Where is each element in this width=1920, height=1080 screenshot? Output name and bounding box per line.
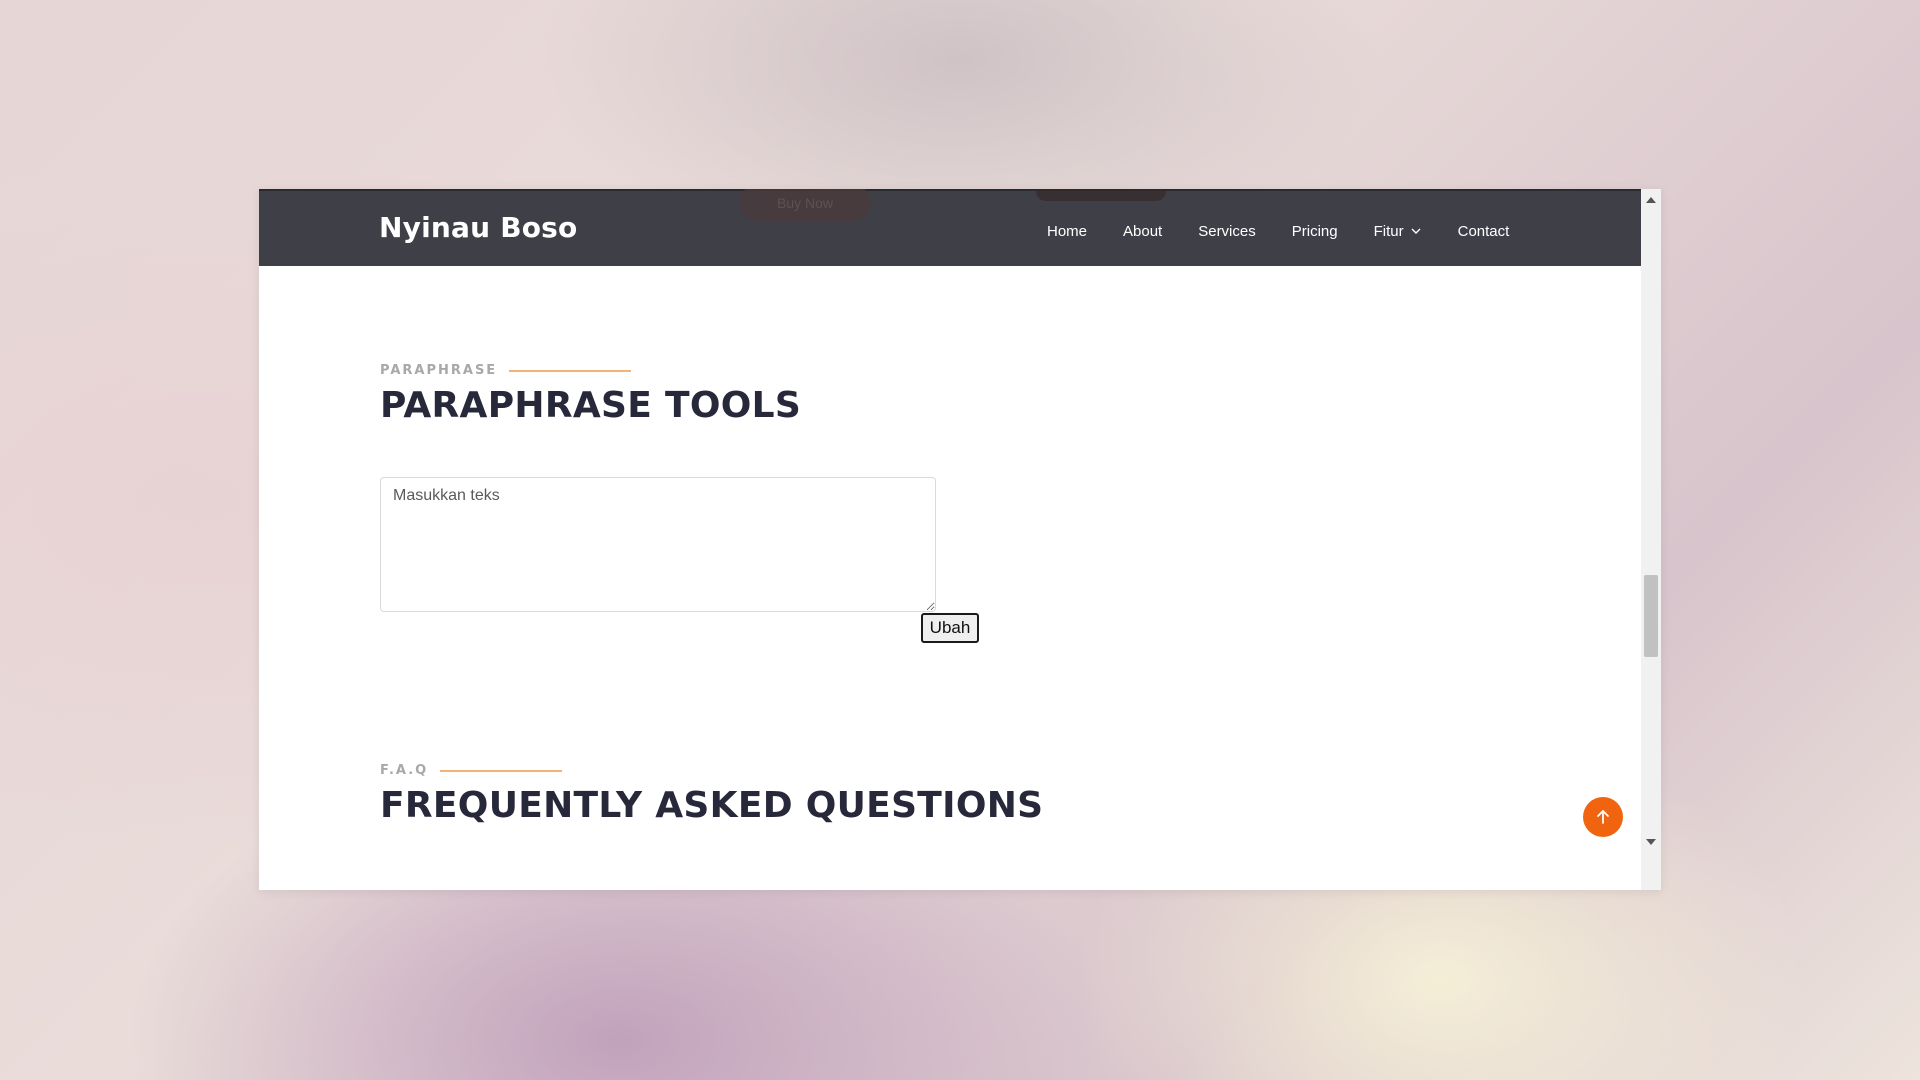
scrollbar-thumb[interactable] bbox=[1644, 575, 1658, 657]
subtitle-divider bbox=[509, 369, 632, 372]
brand-logo[interactable]: Nyinau Boso bbox=[379, 211, 577, 244]
nav-contact[interactable]: Contact bbox=[1458, 223, 1510, 240]
subtitle-divider bbox=[440, 769, 563, 772]
faq-title: FREQUENTLY ASKED QUESTIONS bbox=[380, 785, 1044, 826]
paraphrase-subtitle-text: PARAPHRASE bbox=[380, 363, 498, 378]
chevron-down-icon bbox=[1411, 228, 1421, 234]
nav-services[interactable]: Services bbox=[1198, 223, 1256, 240]
back-to-top-button[interactable] bbox=[1583, 797, 1623, 837]
faq-subtitle: F.A.Q bbox=[380, 763, 563, 778]
paraphrase-title: PARAPHRASE TOOLS bbox=[380, 385, 802, 426]
nav-fitur-label: Fitur bbox=[1373, 222, 1404, 240]
ubah-button[interactable]: Ubah bbox=[921, 613, 979, 643]
arrow-up-icon bbox=[1597, 810, 1609, 824]
vertical-scrollbar[interactable] bbox=[1641, 189, 1661, 890]
ghost-pill bbox=[1036, 189, 1166, 201]
paraphrase-subtitle: PARAPHRASE bbox=[380, 363, 632, 378]
buy-now-button-ghost: Buy Now bbox=[739, 189, 871, 221]
faq-subtitle-text: F.A.Q bbox=[380, 763, 429, 778]
nav-home[interactable]: Home bbox=[1047, 223, 1087, 240]
page-viewport: Buy Now Nyinau Boso Home About Services … bbox=[259, 189, 1641, 890]
scroll-down-arrow-icon[interactable] bbox=[1646, 839, 1656, 845]
nav-pricing[interactable]: Pricing bbox=[1292, 223, 1338, 240]
navbar: Buy Now Nyinau Boso Home About Services … bbox=[259, 189, 1641, 266]
browser-window: Buy Now Nyinau Boso Home About Services … bbox=[259, 189, 1661, 890]
nav-fitur[interactable]: Fitur bbox=[1374, 223, 1422, 240]
paraphrase-input[interactable] bbox=[380, 477, 936, 612]
main-nav: Home About Services Pricing Fitur Contac… bbox=[1047, 219, 1509, 243]
nav-about[interactable]: About bbox=[1123, 223, 1162, 240]
scroll-up-arrow-icon[interactable] bbox=[1646, 197, 1656, 203]
